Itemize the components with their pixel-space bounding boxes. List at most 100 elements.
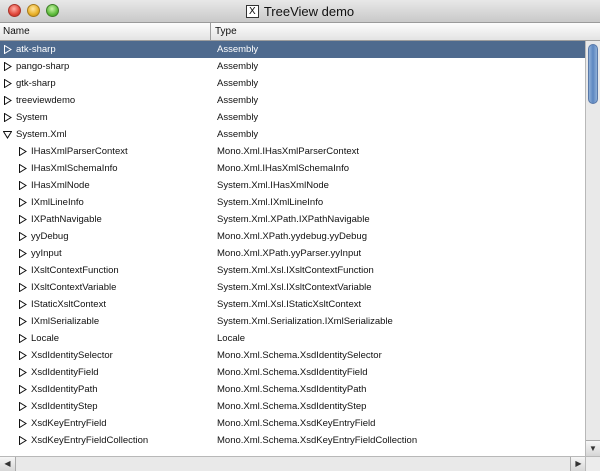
tree-row-name: IXmlLineInfo — [31, 197, 84, 208]
column-header-name[interactable]: Name — [0, 23, 211, 40]
expander-expanded-icon[interactable] — [3, 130, 12, 139]
tree-row-name: IStaticXsltContext — [31, 299, 106, 310]
expander-collapsed-icon[interactable] — [3, 62, 12, 71]
tree-row[interactable]: System.Xml Assembly — [0, 126, 585, 143]
expander-collapsed-icon[interactable] — [18, 232, 27, 241]
tree-row-name: IHasXmlSchemaInfo — [31, 163, 118, 174]
tree-row-name: XsdIdentityStep — [31, 401, 98, 412]
tree-row[interactable]: IXmlLineInfo System.Xml.IXmlLineInfo — [0, 194, 585, 211]
tree-row[interactable]: XsdIdentityStep Mono.Xml.Schema.XsdIdenti… — [0, 398, 585, 415]
tree-row-name: IXsltContextVariable — [31, 282, 117, 293]
tree-row-type: Mono.Xml.IHasXmlParserContext — [217, 146, 360, 157]
tree-row[interactable]: yyInput Mono.Xml.XPath.yyParser.yyInput — [0, 245, 585, 262]
tree-row[interactable]: System Assembly — [0, 109, 585, 126]
tree-row[interactable]: XsdKeyEntryFieldCollection Mono.Xml.Schem… — [0, 432, 585, 449]
tree-row[interactable]: IStaticXsltContext System.Xml.Xsl.IStatic… — [0, 296, 585, 313]
tree-row[interactable]: IXmlSerializable System.Xml.Serialization… — [0, 313, 585, 330]
tree-row-name: pango-sharp — [16, 61, 70, 72]
expander-collapsed-icon[interactable] — [18, 436, 27, 445]
column-header: Name Type — [0, 23, 600, 41]
tree-row[interactable]: treeviewdemo Assembly — [0, 92, 585, 109]
tree-row[interactable]: IHasXmlParserContext Mono.Xml.IHasXmlPars… — [0, 143, 585, 160]
column-header-type[interactable]: Type — [212, 23, 584, 40]
expander-collapsed-icon[interactable] — [3, 96, 12, 105]
tree-row-name: XsdKeyEntryField — [31, 418, 107, 429]
tree-row-name: System.Xml — [16, 129, 67, 140]
tree-row-name: XsdIdentitySelector — [31, 350, 113, 361]
tree-row-type: Assembly — [217, 129, 259, 140]
tree-row[interactable]: gtk-sharp Assembly — [0, 75, 585, 92]
vertical-scrollbar[interactable]: ▼ — [585, 41, 600, 456]
expander-collapsed-icon[interactable] — [18, 300, 27, 309]
tree-row[interactable]: XsdIdentityPath Mono.Xml.Schema.XsdIdenti… — [0, 381, 585, 398]
tree-row-type: Mono.Xml.Schema.XsdKeyEntryFieldCollecti… — [217, 435, 418, 446]
expander-collapsed-icon[interactable] — [3, 79, 12, 88]
expander-collapsed-icon[interactable] — [18, 283, 27, 292]
tree-row-name: IHasXmlParserContext — [31, 146, 128, 157]
horizontal-scrollbar[interactable]: ◀ ▶ — [0, 456, 586, 471]
expander-collapsed-icon[interactable] — [18, 368, 27, 377]
tree-row-name: atk-sharp — [16, 44, 56, 55]
tree-row-type: System.Xml.XPath.IXPathNavigable — [217, 214, 370, 225]
tree-row[interactable]: XsdIdentityField Mono.Xml.Schema.XsdIdent… — [0, 364, 585, 381]
expander-collapsed-icon[interactable] — [3, 113, 12, 122]
expander-collapsed-icon[interactable] — [18, 181, 27, 190]
expander-collapsed-icon[interactable] — [18, 317, 27, 326]
tree-row[interactable]: pango-sharp Assembly — [0, 58, 585, 75]
expander-collapsed-icon[interactable] — [18, 147, 27, 156]
tree-row-type: Assembly — [217, 44, 259, 55]
tree-row-type: System.Xml.Xsl.IXsltContextVariable — [217, 282, 372, 293]
tree-row-type: Mono.Xml.Schema.XsdIdentitySelector — [217, 350, 382, 361]
tree-row-type: Locale — [217, 333, 245, 344]
tree-row[interactable]: IHasXmlSchemaInfo Mono.Xml.IHasXmlSchemaI… — [0, 160, 585, 177]
tree-row-type: Assembly — [217, 61, 259, 72]
tree-row[interactable]: IXsltContextFunction System.Xml.Xsl.IXslt… — [0, 262, 585, 279]
vertical-scroll-thumb[interactable] — [588, 44, 598, 104]
tree-row-type: System.Xml.Xsl.IXsltContextFunction — [217, 265, 374, 276]
tree-row[interactable]: IXsltContextVariable System.Xml.Xsl.IXslt… — [0, 279, 585, 296]
tree-row-type: System.Xml.Serialization.IXmlSerializabl… — [217, 316, 393, 327]
expander-collapsed-icon[interactable] — [18, 249, 27, 258]
treeview-window: X TreeView demo Name Type atk-sharp Assem… — [0, 0, 600, 471]
tree-row-type: Assembly — [217, 112, 259, 123]
expander-collapsed-icon[interactable] — [18, 266, 27, 275]
expander-collapsed-icon[interactable] — [18, 385, 27, 394]
expander-collapsed-icon[interactable] — [18, 164, 27, 173]
expander-collapsed-icon[interactable] — [18, 215, 27, 224]
tree-row-name: gtk-sharp — [16, 78, 56, 89]
expander-collapsed-icon[interactable] — [3, 45, 12, 54]
tree-row-name: System — [16, 112, 48, 123]
arrow-right-icon[interactable]: ▶ — [570, 457, 586, 471]
tree-row[interactable]: Locale Locale — [0, 330, 585, 347]
tree-row[interactable]: yyDebug Mono.Xml.XPath.yydebug.yyDebug — [0, 228, 585, 245]
x-icon: X — [245, 4, 259, 18]
expander-collapsed-icon[interactable] — [18, 419, 27, 428]
arrow-down-icon[interactable]: ▼ — [586, 440, 600, 456]
expander-collapsed-icon[interactable] — [18, 334, 27, 343]
tree-row[interactable]: IHasXmlNode System.Xml.IHasXmlNode — [0, 177, 585, 194]
tree-row-type: System.Xml.Xsl.IStaticXsltContext — [217, 299, 362, 310]
tree-row-type: Mono.Xml.Schema.XsdKeyEntryField — [217, 418, 376, 429]
tree-row[interactable]: IXPathNavigable System.Xml.XPath.IXPathNa… — [0, 211, 585, 228]
tree-row-name: Locale — [31, 333, 59, 344]
tree-row-type: Mono.Xml.IHasXmlSchemaInfo — [217, 163, 349, 174]
tree-row[interactable]: XsdKeyEntryField Mono.Xml.Schema.XsdKeyEn… — [0, 415, 585, 432]
arrow-left-icon[interactable]: ◀ — [0, 457, 16, 471]
expander-collapsed-icon[interactable] — [18, 402, 27, 411]
tree-row-name: IXsltContextFunction — [31, 265, 119, 276]
tree-row-name: yyDebug — [31, 231, 69, 242]
tree-row-type: Mono.Xml.Schema.XsdIdentityStep — [217, 401, 367, 412]
tree-row-type: Assembly — [217, 95, 259, 106]
tree-row[interactable]: XsdIdentitySelector Mono.Xml.Schema.XsdId… — [0, 347, 585, 364]
expander-collapsed-icon[interactable] — [18, 198, 27, 207]
window-title: TreeView demo — [263, 3, 355, 19]
tree-row-name: XsdKeyEntryFieldCollection — [31, 435, 149, 446]
tree-view[interactable]: atk-sharp Assembly pango-sharp Assembly gtk-… — [0, 41, 585, 456]
expander-collapsed-icon[interactable] — [18, 351, 27, 360]
tree-row-type: Mono.Xml.XPath.yydebug.yyDebug — [217, 231, 367, 242]
tree-row-name: IXPathNavigable — [31, 214, 102, 225]
title-wrap: X TreeView demo — [0, 0, 600, 22]
tree-row-type: Mono.Xml.XPath.yyParser.yyInput — [217, 248, 362, 259]
tree-row[interactable]: atk-sharp Assembly — [0, 41, 585, 58]
tree-row-type: System.Xml.IXmlLineInfo — [217, 197, 324, 208]
